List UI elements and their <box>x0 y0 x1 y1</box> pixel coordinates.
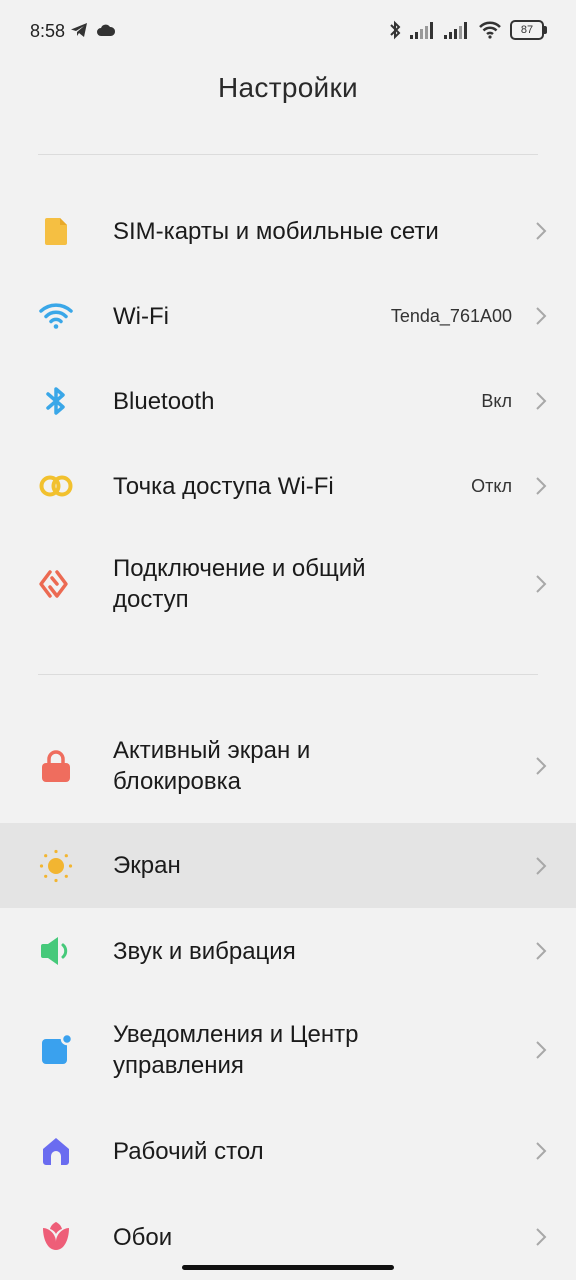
speaker-icon <box>38 933 74 969</box>
wallpaper-flower-icon <box>38 1219 74 1255</box>
notification-icon <box>38 1032 74 1068</box>
wifi-status-icon <box>479 21 501 39</box>
chevron-right-icon <box>534 856 548 876</box>
bluetooth-label: Bluetooth <box>113 387 215 415</box>
chevron-right-icon <box>534 574 548 594</box>
chevron-right-icon <box>534 941 548 961</box>
chevron-right-icon <box>534 476 548 496</box>
lock-screen-label: Активный экран и блокировка <box>113 737 311 795</box>
settings-item-connection-sharing[interactable]: Подключение и общий доступ <box>0 528 576 640</box>
home-icon <box>38 1133 74 1169</box>
divider <box>38 674 538 675</box>
page-title: Настройки <box>218 72 358 103</box>
settings-item-lock-screen[interactable]: Активный экран и блокировка <box>0 710 576 822</box>
sim-card-icon <box>38 213 74 249</box>
settings-item-sim[interactable]: SIM-карты и мобильные сети <box>0 188 576 274</box>
wifi-network-name: Tenda_761A00 <box>390 305 512 326</box>
settings-item-hotspot[interactable]: Точка доступа Wi-Fi Откл <box>0 443 576 529</box>
settings-item-home-screen[interactable]: Рабочий стол <box>0 1108 576 1194</box>
settings-item-sound[interactable]: Звук и вибрация <box>0 908 576 994</box>
lock-icon <box>38 748 74 784</box>
chevron-right-icon <box>534 221 548 241</box>
hotspot-icon <box>38 468 74 504</box>
settings-item-wifi[interactable]: Wi-Fi Tenda_761A00 <box>0 273 576 359</box>
home-screen-label: Рабочий стол <box>113 1137 264 1165</box>
cloud-icon <box>97 24 116 36</box>
settings-item-display[interactable]: Экран <box>0 823 576 908</box>
battery-indicator: 87 <box>510 20 547 40</box>
chevron-right-icon <box>534 1227 548 1247</box>
display-sun-icon <box>38 848 74 884</box>
wallpaper-label: Обои <box>113 1223 173 1251</box>
hotspot-label: Точка доступа Wi-Fi <box>113 472 334 500</box>
bluetooth-status: Вкл <box>481 390 512 411</box>
connection-sharing-icon <box>38 566 74 602</box>
chevron-right-icon <box>534 391 548 411</box>
status-time: 8:58 <box>30 21 66 41</box>
telegram-icon <box>71 23 87 37</box>
gesture-navigation-bar[interactable] <box>182 1265 394 1270</box>
chevron-right-icon <box>534 306 548 326</box>
notifications-label: Уведомления и Центр управления <box>113 1021 359 1079</box>
divider <box>38 154 538 155</box>
chevron-right-icon <box>534 1040 548 1060</box>
bluetooth-icon <box>38 383 74 419</box>
sound-label: Звук и вибрация <box>113 937 296 965</box>
settings-item-bluetooth[interactable]: Bluetooth Вкл <box>0 358 576 444</box>
settings-screen: 8:58 87 Настройки SIM-карты и мобильные … <box>0 0 576 1280</box>
display-label: Экран <box>113 852 181 879</box>
chevron-right-icon <box>534 756 548 776</box>
bluetooth-status-icon <box>390 20 401 40</box>
signal-icon <box>410 22 433 39</box>
settings-item-notifications[interactable]: Уведомления и Центр управления <box>0 994 576 1106</box>
signal-icon-2 <box>444 22 467 39</box>
status-bar: 8:58 87 <box>0 0 576 64</box>
connection-sharing-label: Подключение и общий доступ <box>113 555 366 613</box>
hotspot-status: Откл <box>471 475 512 496</box>
wifi-icon <box>38 298 74 334</box>
sim-label: SIM-карты и мобильные сети <box>113 217 439 245</box>
chevron-right-icon <box>534 1141 548 1161</box>
